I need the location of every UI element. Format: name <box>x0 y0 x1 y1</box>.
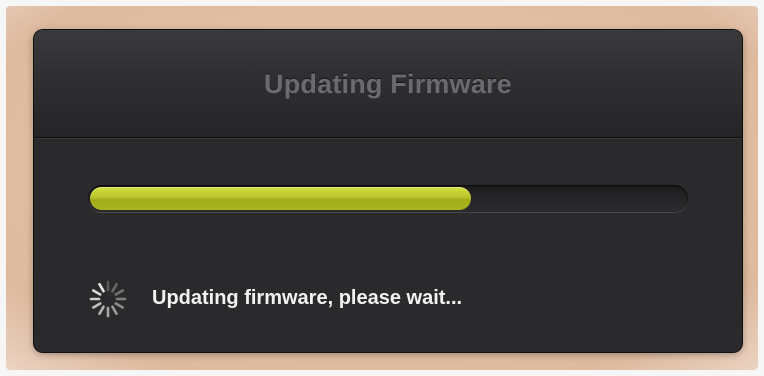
activity-spinner-icon <box>89 280 127 318</box>
spinner-spoke <box>98 305 105 316</box>
dialog-header: Updating Firmware <box>34 30 742 138</box>
dialog-title: Updating Firmware <box>264 69 512 99</box>
progress-bar <box>88 185 688 212</box>
spinner-spoke <box>114 289 125 296</box>
firmware-update-dialog: Updating Firmware Updating firmware, ple… <box>34 30 742 352</box>
spinner-spoke <box>114 302 125 309</box>
status-message: Updating firmware, please wait... <box>152 287 463 309</box>
progress-bar-fill <box>90 187 472 210</box>
spinner-spoke <box>98 282 105 293</box>
dialog-body: Updating firmware, please wait... <box>34 139 742 352</box>
spinner-spoke <box>111 305 118 316</box>
spinner-spoke <box>91 289 102 296</box>
spinner-spoke <box>111 282 118 293</box>
spinner-spoke <box>91 302 102 309</box>
